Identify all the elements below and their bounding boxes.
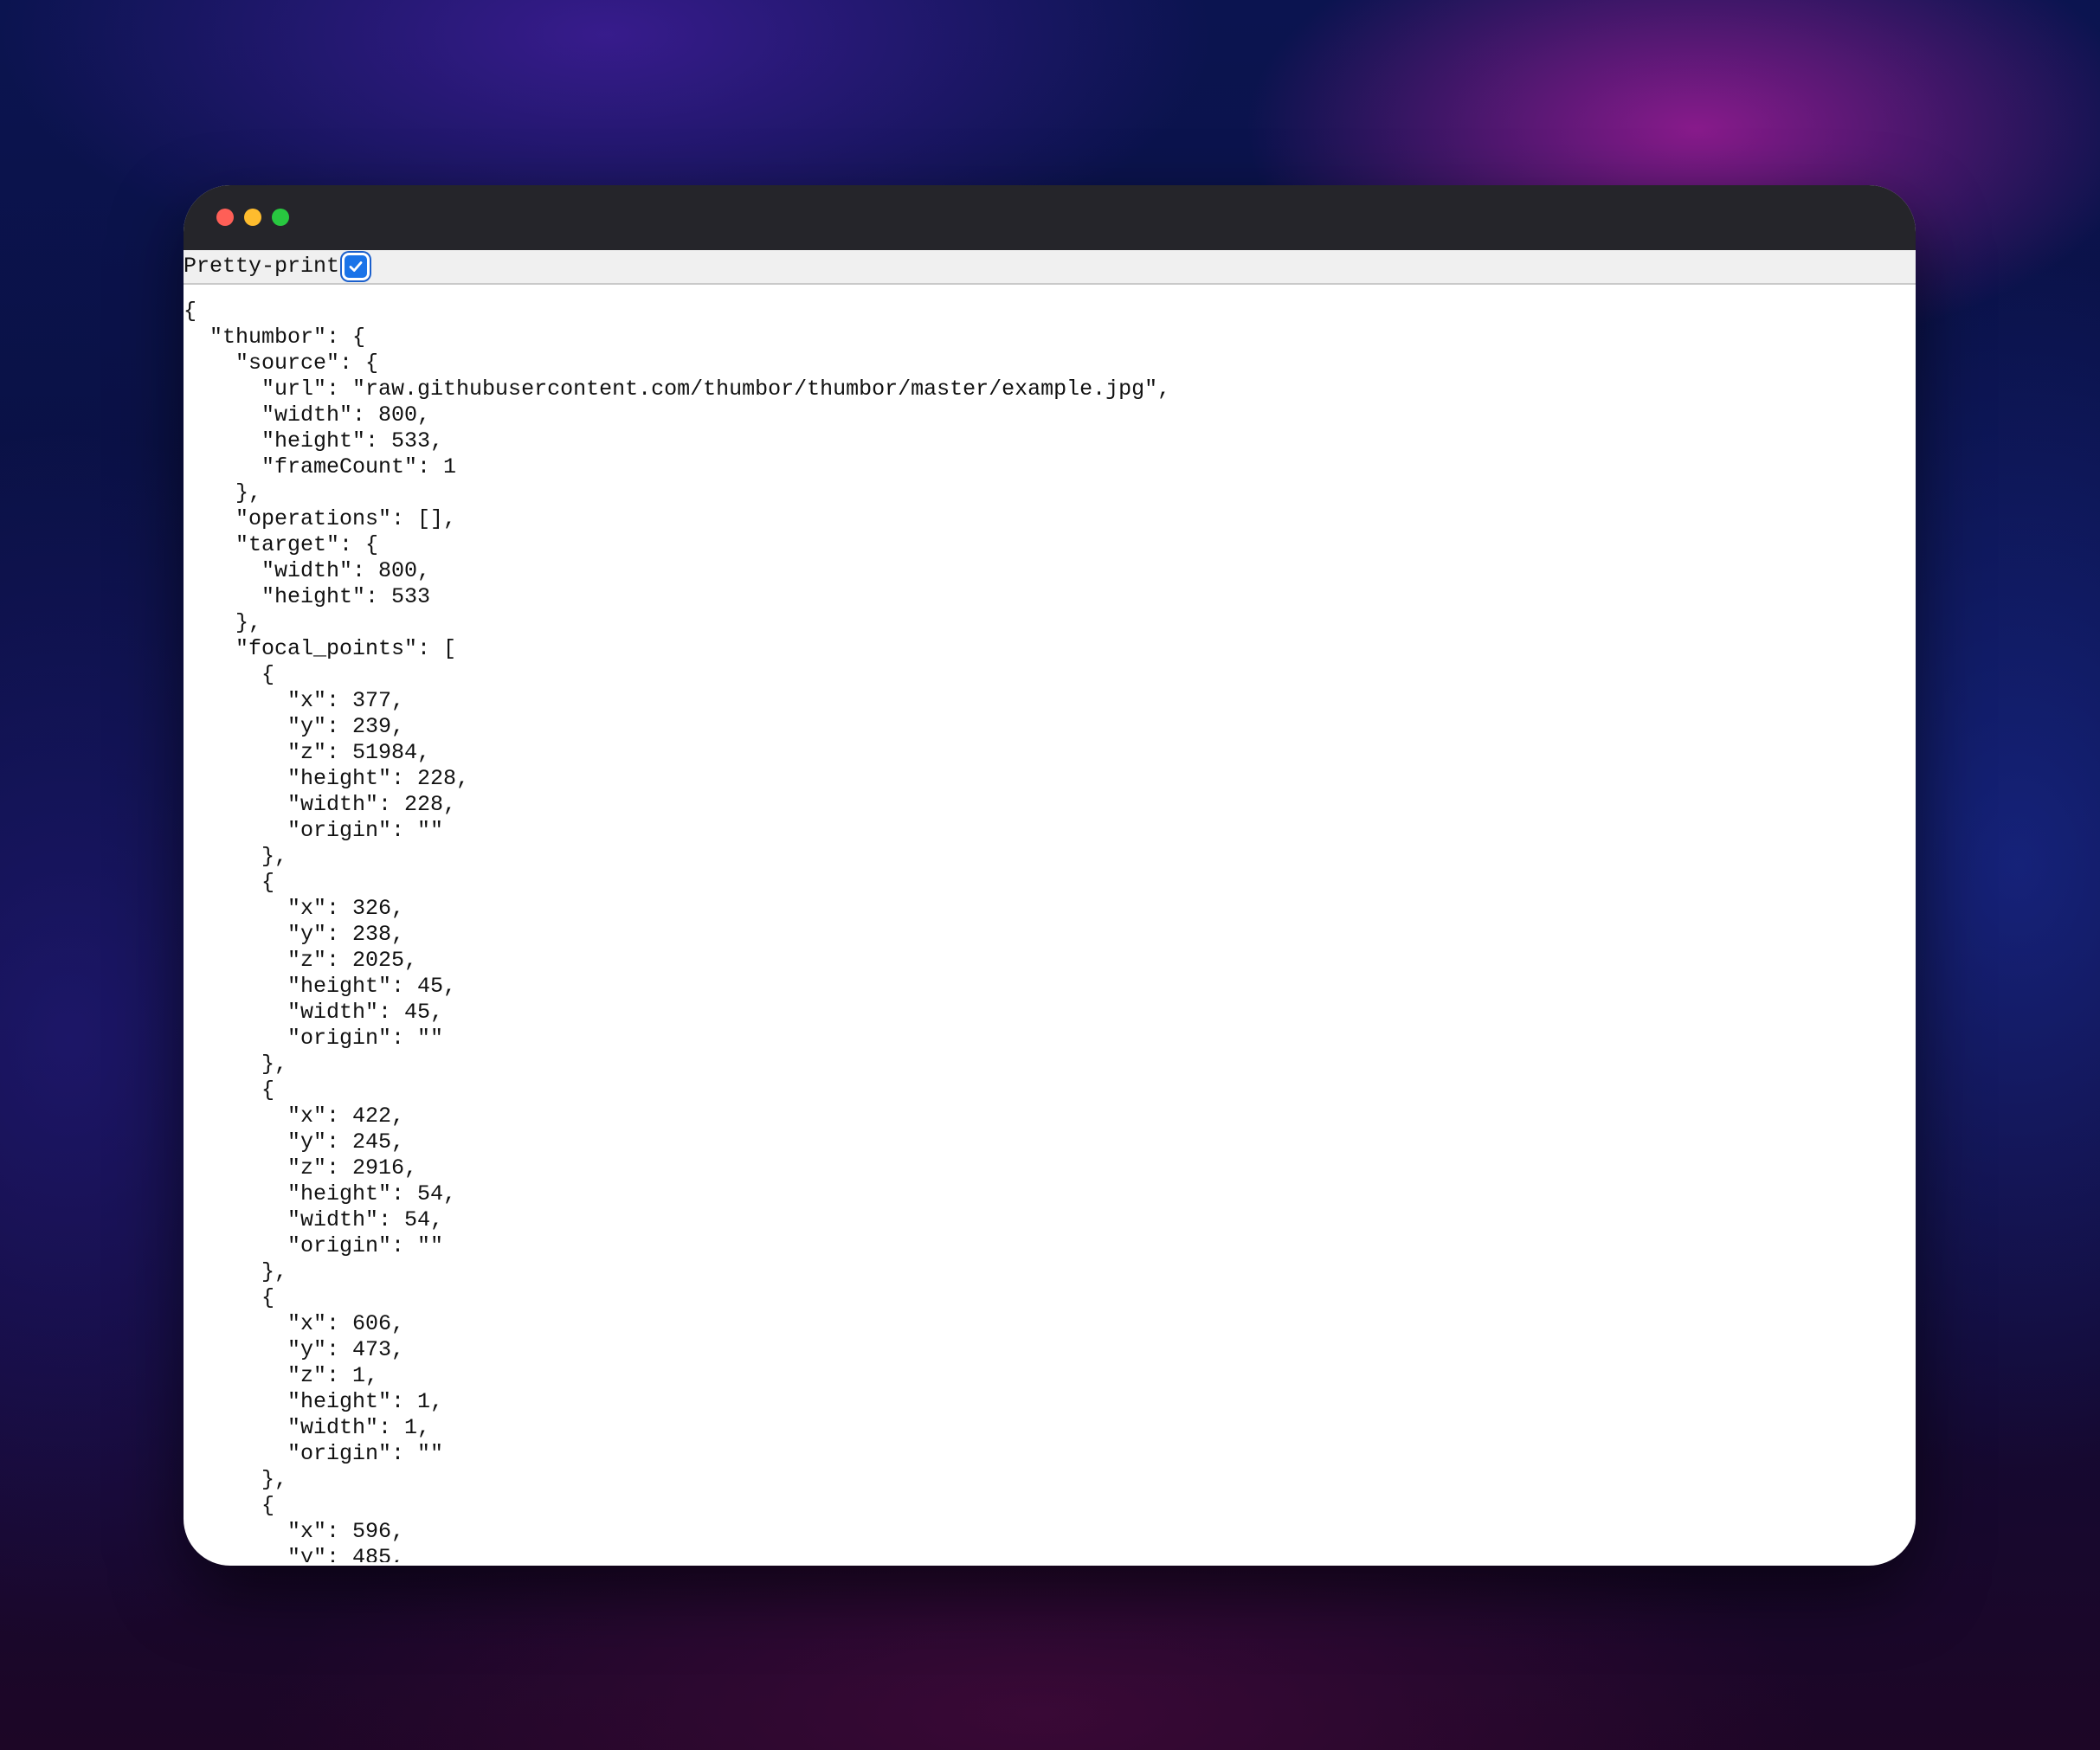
- json-text: { "thumbor": { "source": { "url": "raw.g…: [184, 299, 1171, 1562]
- pretty-print-checkbox[interactable]: [345, 255, 368, 278]
- pretty-print-label[interactable]: Pretty-print: [184, 250, 339, 283]
- maximize-window-button[interactable]: [272, 209, 289, 226]
- checkmark-icon: [349, 261, 363, 272]
- json-viewer[interactable]: { "thumbor": { "source": { "url": "raw.g…: [184, 285, 1916, 1562]
- minimize-window-button[interactable]: [244, 209, 261, 226]
- browser-window: Pretty-print { "thumbor": { "source": { …: [184, 185, 1916, 1566]
- pretty-print-bar: Pretty-print: [184, 250, 1916, 285]
- close-window-button[interactable]: [216, 209, 234, 226]
- title-bar[interactable]: [184, 185, 1916, 250]
